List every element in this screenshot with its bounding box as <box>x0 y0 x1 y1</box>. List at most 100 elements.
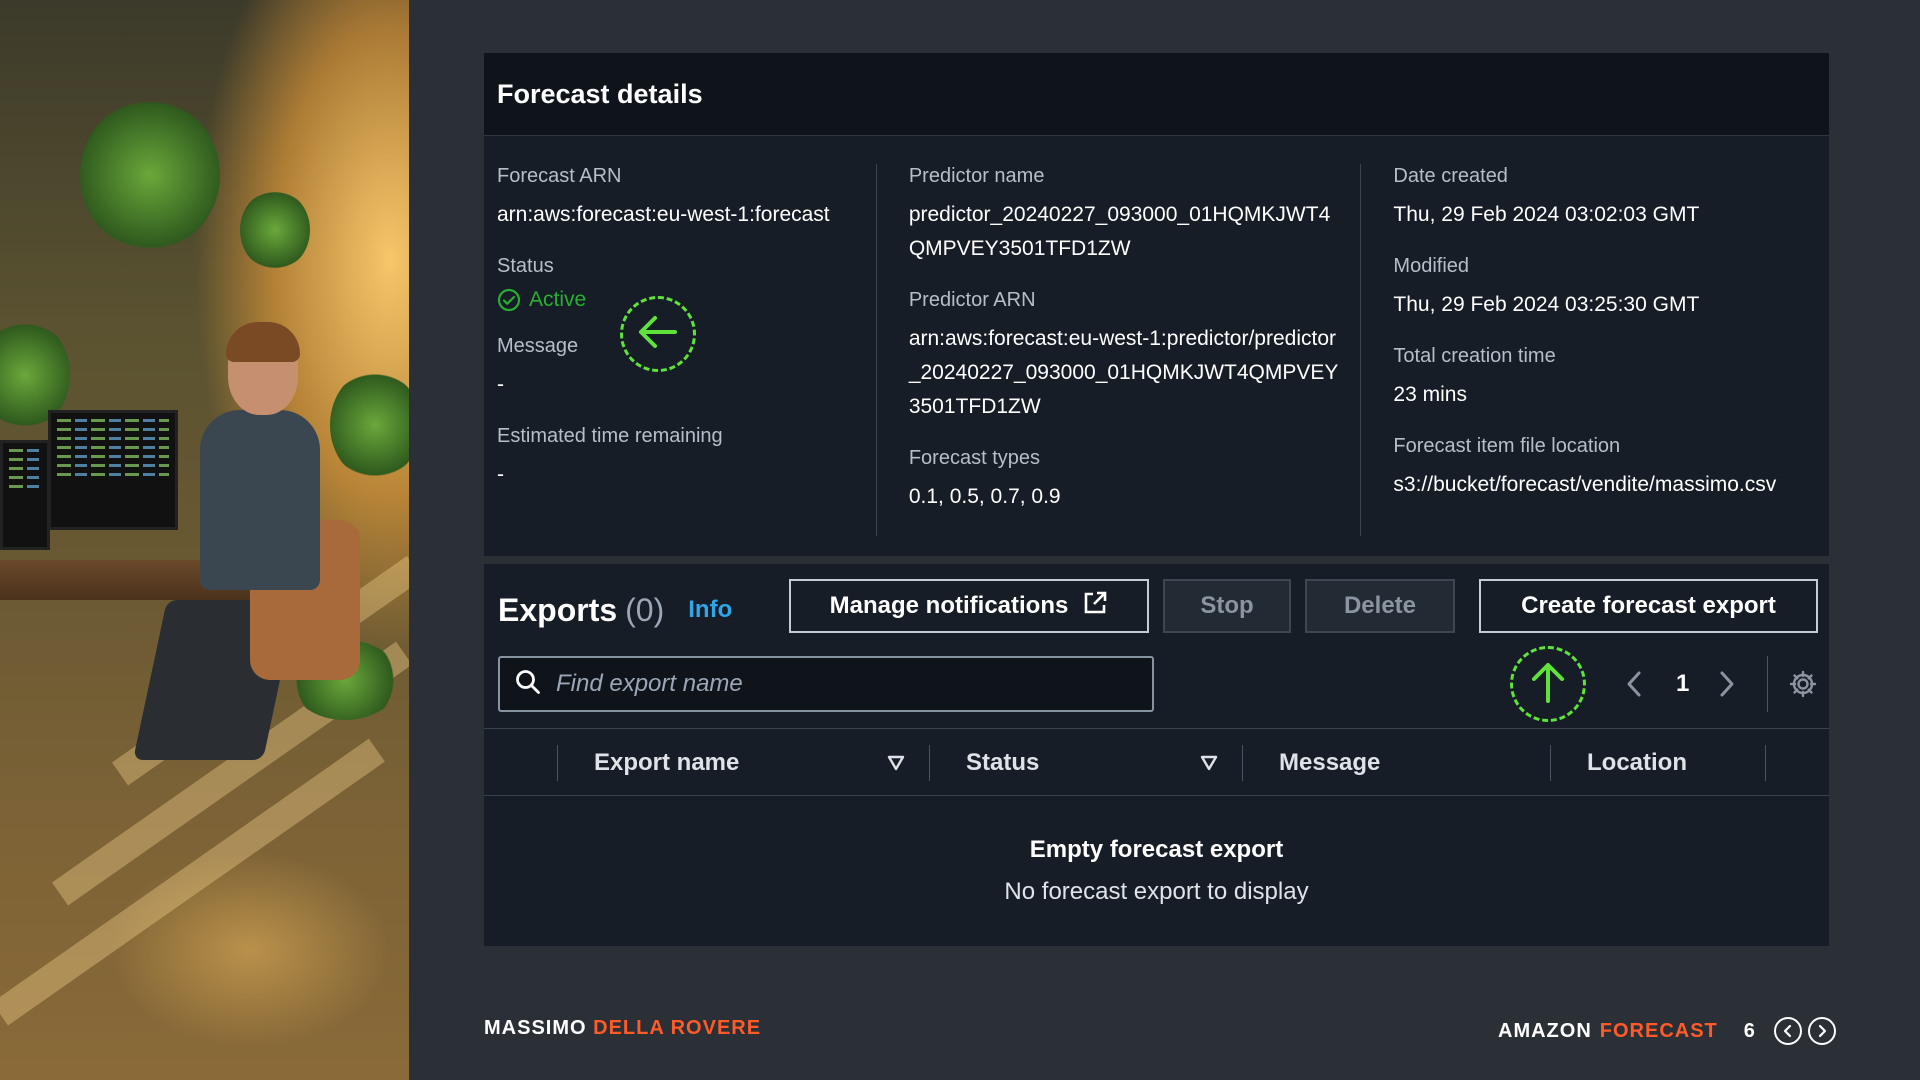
callout-arrow-up <box>1510 646 1586 722</box>
column-header-location[interactable]: Location <box>1587 729 1687 797</box>
search-icon <box>514 668 542 701</box>
field-label: Estimated time remaining <box>497 425 723 447</box>
forecast-arn-field: Forecast ARN arn:aws:forecast:eu-west-1:… <box>497 164 856 232</box>
eta-field: Estimated time remaining - <box>497 424 856 492</box>
monitor <box>0 440 50 550</box>
item-file-field: Forecast item file location s3://bucket/… <box>1393 434 1829 502</box>
check-circle-icon <box>497 288 521 312</box>
exports-section: Exports (0) Info Manage notifications St… <box>484 564 1829 946</box>
exports-count: (0) <box>625 591 665 628</box>
predictor-arn-field: Predictor ARN arn:aws:forecast:eu-west-1… <box>909 288 1341 424</box>
field-label: Date created <box>1393 165 1508 187</box>
field-value: s3://bucket/forecast/vendite/massimo.csv <box>1393 473 1777 496</box>
predictor-name-field: Predictor name predictor_20240227_093000… <box>909 164 1341 266</box>
details-grid: Forecast ARN arn:aws:forecast:eu-west-1:… <box>484 136 1829 556</box>
button-label: Manage notifications <box>829 592 1069 619</box>
status-field: Status Active <box>497 254 856 372</box>
search-field[interactable] <box>498 656 1154 712</box>
sort-down-icon[interactable] <box>886 753 906 778</box>
author-first-name: MASSIMO <box>484 1017 587 1039</box>
field-value: - <box>497 463 504 486</box>
arrow-up-icon <box>1528 659 1568 710</box>
manage-notifications-button[interactable]: Manage notifications <box>789 579 1149 633</box>
details-column-2: Predictor name predictor_20240227_093000… <box>875 164 1361 536</box>
exports-title: Exports <box>498 591 618 628</box>
divider <box>1767 656 1769 712</box>
field-value: predictor_20240227_093000_01HQMKJWT4QMPV… <box>908 203 1331 260</box>
column-separator <box>1765 745 1766 781</box>
button-label: Create forecast export <box>1521 592 1776 619</box>
callout-arrow-left <box>620 296 696 372</box>
hanging-plant <box>80 100 220 250</box>
hanging-plant <box>240 190 310 270</box>
field-label: Status <box>497 255 554 277</box>
details-column-1: Forecast ARN arn:aws:forecast:eu-west-1:… <box>497 164 876 536</box>
field-label: Forecast types <box>908 447 1040 469</box>
plant <box>330 370 409 480</box>
monitor <box>48 410 178 530</box>
info-link[interactable]: Info <box>688 596 732 624</box>
section-divider <box>484 556 1829 564</box>
footer-author: MASSIMO DELLA ROVERE <box>484 1017 761 1040</box>
column-header-status[interactable]: Status <box>966 729 1039 797</box>
pagination: 1 <box>1624 656 1818 712</box>
arrow-left-icon <box>635 312 681 357</box>
table-header: Export name Status Message Location <box>484 728 1829 796</box>
column-header-message[interactable]: Message <box>1279 729 1380 797</box>
search-input[interactable] <box>556 670 1116 698</box>
column-header-export-name[interactable]: Export name <box>594 729 739 797</box>
status-text: Active <box>529 288 587 311</box>
empty-title: Empty forecast export <box>1029 836 1284 863</box>
forecast-panel: Forecast details Forecast ARN arn:aws:fo… <box>484 53 1829 946</box>
chevron-left-icon[interactable] <box>1624 669 1644 699</box>
product-name-first: AMAZON <box>1498 1019 1592 1042</box>
delete-button[interactable]: Delete <box>1305 579 1455 633</box>
exports-header: Exports (0) Info Manage notifications St… <box>484 564 1829 656</box>
date-created-field: Date created Thu, 29 Feb 2024 03:02:03 G… <box>1393 164 1829 232</box>
column-separator <box>1550 745 1551 781</box>
field-label: Forecast ARN <box>497 165 622 187</box>
field-value: arn:aws:forecast:eu-west-1:forecast <box>497 203 830 226</box>
empty-subtitle: No forecast export to display <box>1004 878 1309 905</box>
sort-down-icon[interactable] <box>1199 753 1219 778</box>
hero-illustration <box>0 0 409 1080</box>
product-name-last: FORECAST <box>1599 1019 1718 1042</box>
stop-button[interactable]: Stop <box>1163 579 1291 633</box>
person-hair <box>226 322 300 362</box>
details-column-3: Date created Thu, 29 Feb 2024 03:02:03 G… <box>1360 164 1829 536</box>
slide-number: 6 <box>1743 1019 1756 1042</box>
page-number[interactable]: 1 <box>1676 670 1689 698</box>
person-body <box>200 410 320 590</box>
field-value: Thu, 29 Feb 2024 03:02:03 GMT <box>1393 203 1700 226</box>
field-value: 0.1, 0.5, 0.7, 0.9 <box>908 485 1061 508</box>
next-slide-icon[interactable] <box>1807 1017 1836 1045</box>
field-value: - <box>497 373 504 396</box>
column-separator <box>1242 745 1243 781</box>
create-forecast-export-button[interactable]: Create forecast export <box>1479 579 1818 633</box>
total-creation-field: Total creation time 23 mins <box>1393 344 1829 412</box>
column-separator <box>929 745 930 781</box>
search-row: 1 <box>484 646 1829 728</box>
chevron-right-icon[interactable] <box>1717 669 1737 699</box>
field-value: Thu, 29 Feb 2024 03:25:30 GMT <box>1393 293 1700 316</box>
author-last-name: DELLA ROVERE <box>593 1017 762 1039</box>
field-label: Predictor ARN <box>908 289 1036 311</box>
modified-field: Modified Thu, 29 Feb 2024 03:25:30 GMT <box>1393 254 1829 322</box>
field-value: arn:aws:forecast:eu-west-1:predictor/pre… <box>908 327 1339 418</box>
page-title: Forecast details <box>497 78 703 109</box>
prev-slide-icon[interactable] <box>1773 1017 1802 1045</box>
field-label: Forecast item file location <box>1393 435 1621 457</box>
column-separator <box>557 745 558 781</box>
button-label: Delete <box>1343 592 1417 619</box>
field-label: Modified <box>1393 255 1470 277</box>
gear-icon[interactable] <box>1788 669 1818 699</box>
forecast-types-field: Forecast types 0.1, 0.5, 0.7, 0.9 <box>909 446 1341 514</box>
empty-state: Empty forecast export No forecast export… <box>484 796 1829 946</box>
button-label: Stop <box>1200 592 1254 619</box>
field-label: Total creation time <box>1393 345 1556 367</box>
external-link-icon <box>1082 590 1108 623</box>
field-value: 23 mins <box>1393 383 1467 406</box>
panel-header: Forecast details <box>484 53 1829 136</box>
field-label: Predictor name <box>908 165 1045 187</box>
footer-product: AMAZON FORECAST 6 <box>1498 1017 1836 1045</box>
